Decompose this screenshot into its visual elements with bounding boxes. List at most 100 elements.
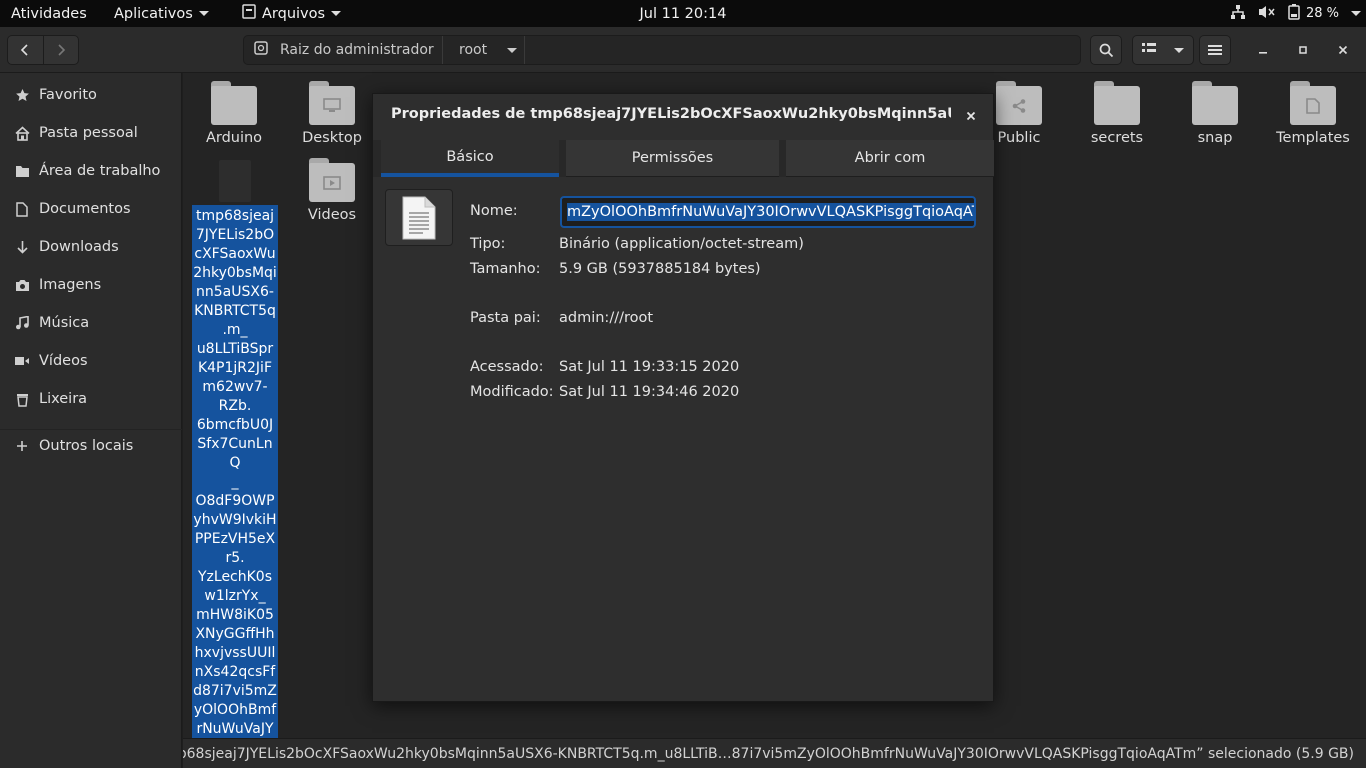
sidebar-item-documents[interactable]: Documentos xyxy=(0,191,182,227)
sidebar-item-desktop[interactable]: Área de trabalho xyxy=(0,153,182,189)
search-icon xyxy=(1099,43,1113,57)
selected-file-name-line: d87i7vi5mZ xyxy=(193,683,277,699)
navigation-buttons xyxy=(7,35,79,65)
places-sidebar: Favorito Pasta pessoal Área de trabalho … xyxy=(0,73,182,768)
file-manager-headerbar: Raiz do administrador root xyxy=(0,27,1366,73)
folder-label: Templates xyxy=(1276,130,1350,146)
applications-menu[interactable]: Aplicativos xyxy=(114,0,209,27)
view-options-dropdown[interactable] xyxy=(1174,47,1184,53)
selected-file-name-line: m62wv7- xyxy=(202,379,268,395)
type-value: Binário (application/octet-stream) xyxy=(559,236,804,252)
sidebar-item-home[interactable]: Pasta pessoal xyxy=(0,115,182,151)
selected-file-label[interactable]: tmp68sjeaj 7JYELis2bO cXFSaoxWu 2hky0bsMqi n… xyxy=(192,205,278,738)
folder-item[interactable]: Desktop xyxy=(287,73,377,146)
chevron-down-icon xyxy=(198,11,209,16)
folder-icon xyxy=(1192,81,1238,125)
chevron-down-icon xyxy=(1351,11,1362,16)
sidebar-item-label: Imagens xyxy=(39,277,102,293)
selected-file-name-line: nn5aUSX6- xyxy=(196,284,274,300)
back-button[interactable] xyxy=(8,36,43,64)
public-folder-icon xyxy=(996,81,1042,125)
name-field[interactable]: mZyOlOOhBmfrNuWuVaJY30IOrwvVLQASKPisggTq… xyxy=(560,196,976,228)
path-bar: Raiz do administrador root xyxy=(243,35,1081,65)
search-button[interactable] xyxy=(1090,35,1122,65)
clock[interactable]: Jul 11 20:14 xyxy=(640,0,727,27)
path-crumb-admin-root[interactable]: Raiz do administrador xyxy=(244,36,443,64)
sidebar-item-label: Downloads xyxy=(39,239,119,255)
sidebar-item-label: Música xyxy=(39,315,90,331)
folder-icon xyxy=(1094,81,1140,125)
main-menu-button[interactable] xyxy=(1199,35,1231,65)
folder-item[interactable]: secrets xyxy=(1072,73,1162,146)
selected-file-name-line: u8LLTiBSpr xyxy=(196,341,274,357)
desktop-folder-icon xyxy=(309,81,355,125)
clock-label: Jul 11 20:14 xyxy=(639,5,727,22)
trash-icon xyxy=(14,391,30,407)
folder-item[interactable]: Templates xyxy=(1268,73,1358,146)
files-app-label: Arquivos xyxy=(262,5,326,22)
minimize-button[interactable] xyxy=(1252,35,1274,65)
dialog-close-button[interactable] xyxy=(961,106,981,126)
list-view-icon xyxy=(1142,43,1156,52)
selected-file-name-line: r5. xyxy=(225,550,245,566)
folder-item[interactable]: snap xyxy=(1170,73,1260,146)
folder-label: Videos xyxy=(307,207,357,223)
tab-permissions[interactable]: Permissões xyxy=(566,140,779,177)
network-icon xyxy=(1230,4,1246,24)
view-options-group xyxy=(1132,35,1194,65)
sidebar-item-label: Lixeira xyxy=(39,391,88,407)
sidebar-item-downloads[interactable]: Downloads xyxy=(0,229,182,265)
folder-label: Desktop xyxy=(302,130,362,146)
close-window-button[interactable] xyxy=(1332,35,1354,65)
sidebar-item-favorites[interactable]: Favorito xyxy=(0,77,182,113)
tab-label: Permissões xyxy=(631,150,714,166)
sidebar-item-pictures[interactable]: Imagens xyxy=(0,267,182,303)
type-label: Tipo: xyxy=(470,236,506,252)
activities-button[interactable]: Atividades xyxy=(11,0,87,27)
templates-folder-icon xyxy=(1290,81,1336,125)
file-icon-button[interactable] xyxy=(385,189,453,246)
sidebar-item-other-locations[interactable]: Outros locais xyxy=(0,428,182,464)
chevron-down-icon xyxy=(331,11,342,16)
forward-button[interactable] xyxy=(42,36,79,64)
camera-icon xyxy=(14,277,30,293)
selected-file-name-line: .m_ xyxy=(222,322,248,338)
sidebar-item-videos[interactable]: Vídeos xyxy=(0,343,182,379)
tab-open-with[interactable]: Abrir com xyxy=(786,140,994,177)
path-crumb-root[interactable]: root xyxy=(443,36,525,64)
tab-basic[interactable]: Básico xyxy=(381,140,559,177)
folder-item[interactable]: Videos xyxy=(287,150,377,223)
parent-folder-label: Pasta pai: xyxy=(470,310,541,326)
sidebar-item-trash[interactable]: Lixeira xyxy=(0,381,182,417)
download-icon xyxy=(14,239,30,255)
file-cabinet-icon xyxy=(242,4,256,23)
accessed-label: Acessado: xyxy=(470,359,544,375)
minimize-icon xyxy=(1259,52,1267,54)
close-icon xyxy=(966,111,976,121)
sidebar-item-label: Favorito xyxy=(39,87,97,103)
selected-file-name-line: KNBRTCT5q xyxy=(194,303,276,319)
folder-item[interactable]: Arduino xyxy=(189,73,279,146)
hamburger-menu-icon xyxy=(1208,45,1222,55)
top-bar: Atividades Aplicativos Arquivos Jul 11 2… xyxy=(0,0,1366,27)
sidebar-item-label: Documentos xyxy=(39,201,131,217)
drive-icon xyxy=(254,41,268,59)
selected-file-name-line: PPEzVH5eX xyxy=(194,531,276,547)
selected-file-name-line: yOlOOhBmf xyxy=(193,702,277,718)
battery-percent: 28 % xyxy=(1306,6,1340,21)
size-label: Tamanho: xyxy=(470,261,541,277)
selected-file-name-line: K4P1jR2JiF xyxy=(197,360,273,376)
chevron-down-icon xyxy=(507,47,518,53)
files-app-menu[interactable]: Arquivos xyxy=(242,0,342,27)
system-menu[interactable]: 28 % xyxy=(1230,0,1362,27)
maximize-button[interactable] xyxy=(1292,35,1314,65)
accessed-value: Sat Jul 11 19:33:15 2020 xyxy=(559,359,740,375)
list-view-button[interactable] xyxy=(1142,42,1156,58)
sidebar-item-music[interactable]: Música xyxy=(0,305,182,341)
name-field-selected-text: mZyOlOOhBmfrNuWuVaJY30IOrwvVLQASKPisggTq… xyxy=(567,203,974,221)
selection-status: “tmp68sjeaj7JYELis2bOcXFSaoxWu2hky0bsMqi… xyxy=(183,745,1354,762)
videos-folder-icon xyxy=(309,158,355,202)
selected-file-name-line: tmp68sjeaj xyxy=(195,208,275,224)
volume-muted-icon xyxy=(1258,4,1276,24)
parent-folder-value[interactable]: admin:///root xyxy=(559,310,653,326)
